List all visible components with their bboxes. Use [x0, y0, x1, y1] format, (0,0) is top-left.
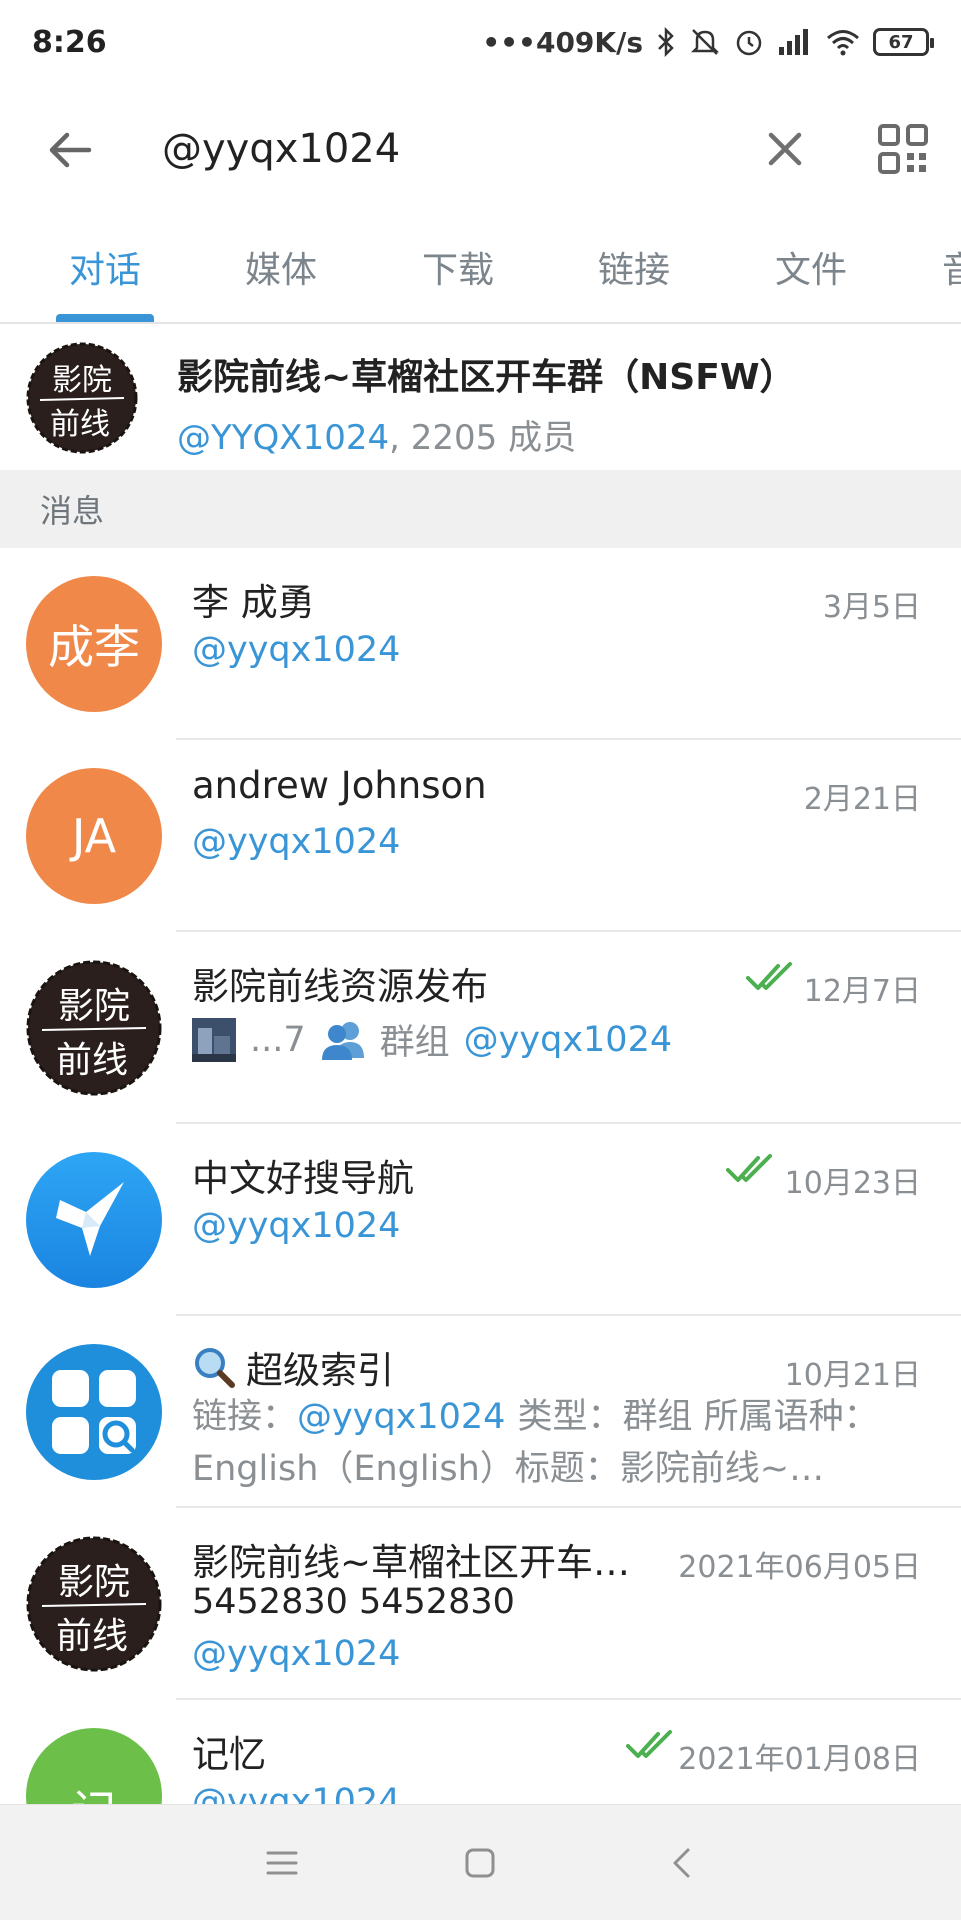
channel-handle[interactable]: @YYQX1024 — [177, 418, 389, 458]
tab-music[interactable]: 音 — [942, 214, 961, 320]
channel-avatar: 影院 前线 — [26, 342, 138, 454]
tab-files[interactable]: 文件 — [762, 214, 860, 320]
double-check-icon — [626, 1730, 672, 1758]
message-count: ...7 — [250, 1019, 306, 1060]
message-snippet: 链接：@yyqx1024 类型：群组 所属语种： — [192, 1388, 879, 1439]
message-snippet: @yyqx1024 — [192, 1782, 401, 1804]
magnifier-icon — [195, 1348, 235, 1388]
double-check-icon — [726, 1154, 772, 1182]
avatar-text-top: 影院 — [58, 1562, 130, 1603]
section-header-messages: 消息 — [0, 470, 961, 548]
avatar: 成李 — [26, 576, 162, 712]
network-speed: •••409K/s — [482, 25, 643, 59]
tab-downloads[interactable]: 下载 — [409, 214, 507, 320]
status-time: 8:26 — [32, 24, 107, 60]
message-result-row[interactable]: 超级索引 10月21日 链接：@yyqx1024 类型：群组 所属语种： Engl… — [0, 1316, 961, 1508]
avatar: 影院 前线 — [26, 960, 162, 1096]
message-date: 10月23日 — [784, 1166, 921, 1201]
message-chat-name: andrew Johnson — [192, 764, 487, 807]
status-bar: 8:26 •••409K/s 67 — [0, 0, 961, 84]
message-snippet: ...7 群组 @yyqx1024 — [192, 1014, 672, 1065]
avatar: JA — [26, 768, 162, 904]
avatar: 记 — [26, 1728, 162, 1804]
message-snippet: @yyqx1024 — [192, 1206, 401, 1246]
snippet-rest: 类型：群组 所属语种： — [517, 1397, 879, 1437]
message-chat-name: 记忆 — [192, 1733, 266, 1776]
group-icon — [321, 1021, 364, 1060]
message-result-row[interactable]: 成李 李 成勇 3月5日 @yyqx1024 — [0, 548, 961, 740]
message-date: 2月21日 — [803, 782, 921, 817]
message-chat-name: 影院前线~草榴社区开车… — [192, 1541, 631, 1584]
message-chat-name: 超级索引 — [192, 1340, 394, 1394]
message-date: 3月5日 — [822, 590, 921, 625]
home-button[interactable] — [450, 1833, 510, 1893]
message-snippet: @yyqx1024 — [192, 822, 401, 862]
tab-media[interactable]: 媒体 — [232, 214, 330, 320]
message-result-row[interactable]: 中文好搜导航 10月23日 @yyqx1024 — [0, 1124, 961, 1316]
channel-result[interactable]: 影院 前线 影院前线~草榴社区开车群（NSFW） @YYQX1024, 2205… — [0, 326, 961, 470]
channel-members: , 2205 成员 — [389, 418, 577, 458]
message-date: 2021年06月05日 — [678, 1550, 921, 1585]
channel-title: 影院前线~草榴社区开车群（NSFW） — [177, 357, 796, 398]
avatar — [26, 1152, 162, 1288]
message-snippet-line2: @yyqx1024 — [192, 1634, 401, 1674]
message-result-row[interactable]: 影院 前线 影院前线资源发布 12月7日 ...7 群组 @yyqx1024 — [0, 932, 961, 1124]
bluetooth-icon — [658, 27, 674, 57]
clear-search-button[interactable] — [754, 118, 816, 180]
recent-apps-button[interactable] — [252, 1833, 312, 1893]
system-back-button[interactable] — [652, 1833, 712, 1893]
message-chat-name: 影院前线资源发布 — [192, 965, 488, 1008]
message-snippet-line2: English（English）标题：影院前线~… — [192, 1449, 825, 1489]
message-snippet: @yyqx1024 — [192, 630, 401, 670]
message-handle: @yyqx1024 — [463, 1019, 673, 1060]
back-button[interactable] — [40, 120, 100, 180]
avatar-text-bottom: 前线 — [56, 1040, 128, 1081]
avatar-text-top: 影院 — [52, 363, 112, 398]
tab-links[interactable]: 链接 — [585, 214, 683, 320]
signal-icon — [779, 29, 808, 55]
wifi-icon — [827, 30, 859, 56]
avatar — [26, 1344, 162, 1480]
close-icon — [768, 132, 802, 166]
mute-icon — [690, 29, 720, 55]
message-date: 12月7日 — [803, 974, 921, 1009]
system-nav-bar — [0, 1804, 961, 1920]
qr-code-button[interactable] — [872, 118, 934, 180]
status-icons: •••409K/s 67 — [482, 25, 934, 59]
message-chat-name: 李 成勇 — [192, 581, 315, 624]
group-label: 群组 — [379, 1023, 450, 1063]
tab-indicator — [56, 314, 154, 322]
avatar-text-top: 影院 — [58, 986, 130, 1027]
avatar: 影院 前线 — [26, 1536, 162, 1672]
message-chat-name: 中文好搜导航 — [192, 1157, 414, 1200]
message-handle: @yyqx1024 — [297, 1397, 506, 1437]
back-icon — [673, 1848, 690, 1878]
snippet-label: 链接： — [192, 1397, 298, 1437]
avatar-text-bottom: 前线 — [56, 1616, 128, 1657]
battery-icon: 67 — [873, 28, 934, 56]
message-date: 2021年01月08日 — [678, 1742, 921, 1777]
message-chat-name-text: 超级索引 — [246, 1349, 394, 1392]
home-icon — [465, 1848, 495, 1878]
search-tabs: 对话 媒体 下载 链接 文件 音 — [0, 214, 961, 324]
message-result-row[interactable]: JA andrew Johnson 2月21日 @yyqx1024 — [0, 740, 961, 932]
message-result-row[interactable]: 影院 前线 影院前线~草榴社区开车… 2021年06月05日 5452830 5… — [0, 1508, 961, 1700]
search-input[interactable] — [162, 114, 722, 184]
menu-icon — [266, 1851, 298, 1875]
channel-subtitle: @YYQX1024, 2205 成员 — [177, 410, 576, 459]
qr-code-icon — [878, 124, 928, 174]
message-snippet: 5452830 5452830 — [192, 1582, 515, 1622]
back-arrow-icon — [49, 132, 92, 168]
double-check-icon — [746, 962, 792, 990]
tab-dialogs[interactable]: 对话 — [56, 214, 154, 320]
alarm-icon — [736, 30, 762, 56]
media-thumbnail-icon — [192, 1017, 236, 1062]
message-result-row[interactable]: 记 记忆 2021年01月08日 @yyqx1024 — [0, 1700, 961, 1804]
avatar-text-bottom: 前线 — [50, 407, 110, 442]
search-header — [0, 84, 961, 214]
